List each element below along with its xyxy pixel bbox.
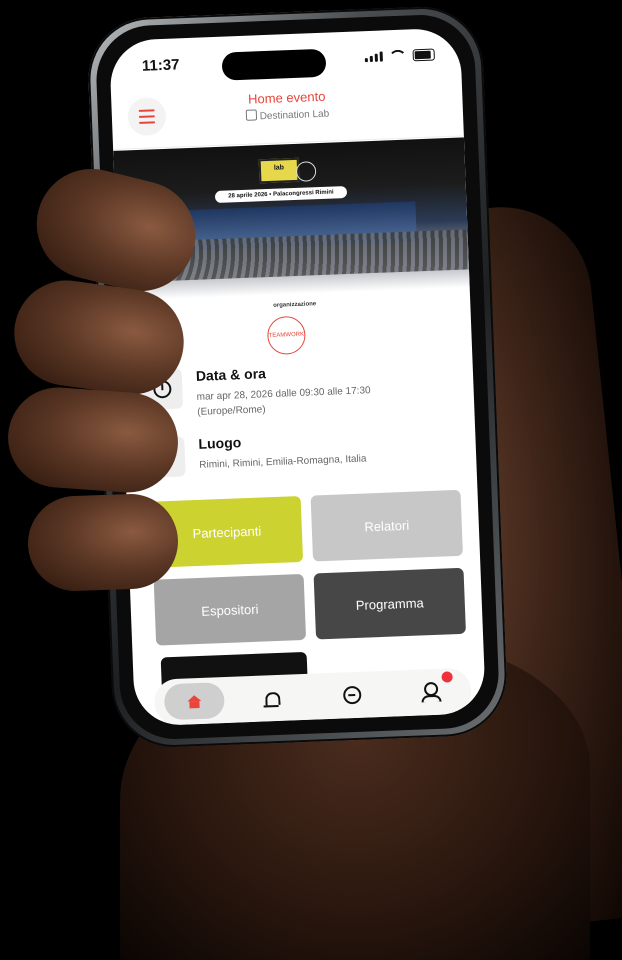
tab-home[interactable]	[163, 682, 225, 721]
event-subtitle-text: Destination Lab	[259, 108, 330, 123]
organizer-logo[interactable]: TEAMWORK	[266, 315, 307, 356]
bell-icon	[265, 691, 281, 705]
location-row[interactable]: Luogo Rimini, Rimini, Emilia-Romagna, It…	[144, 426, 460, 478]
status-icons	[364, 48, 435, 63]
dynamic-island	[221, 48, 327, 81]
wifi-icon	[388, 49, 407, 63]
calendar-icon	[245, 109, 257, 121]
tab-notifications[interactable]	[243, 679, 304, 717]
notification-badge	[441, 671, 454, 683]
user-icon	[424, 681, 439, 697]
relatori-button[interactable]: Relatori	[310, 489, 463, 562]
hand-finger	[26, 492, 180, 593]
datetime-value: mar apr 28, 2026 dalle 09:30 alle 17:30 …	[196, 383, 371, 420]
datetime-title: Data & ora	[195, 365, 267, 384]
location-value: Rimini, Rimini, Emilia-Romagna, Italia	[199, 453, 367, 471]
event-logo: lab	[258, 157, 300, 184]
location-text: Luogo Rimini, Rimini, Emilia-Romagna, It…	[198, 429, 367, 472]
chat-icon	[343, 685, 362, 705]
tab-messages[interactable]	[322, 676, 383, 714]
hand-finger	[4, 384, 182, 496]
event-logo-badge	[295, 161, 317, 182]
signal-icon	[364, 51, 383, 63]
programma-button[interactable]: Programma	[313, 567, 466, 640]
tab-profile[interactable]	[401, 671, 462, 711]
location-title: Luogo	[198, 434, 242, 452]
espositori-button[interactable]: Espositori	[153, 573, 307, 646]
datetime-row: Data & ora mar apr 28, 2026 dalle 09:30 …	[141, 358, 459, 422]
banner-date-pill: 28 aprile 2026 • Palacongressi Rimini	[214, 185, 348, 204]
battery-icon	[412, 48, 435, 62]
datetime-text: Data & ora mar apr 28, 2026 dalle 09:30 …	[196, 361, 372, 420]
status-time: 11:37	[141, 56, 180, 75]
home-icon	[186, 694, 201, 702]
